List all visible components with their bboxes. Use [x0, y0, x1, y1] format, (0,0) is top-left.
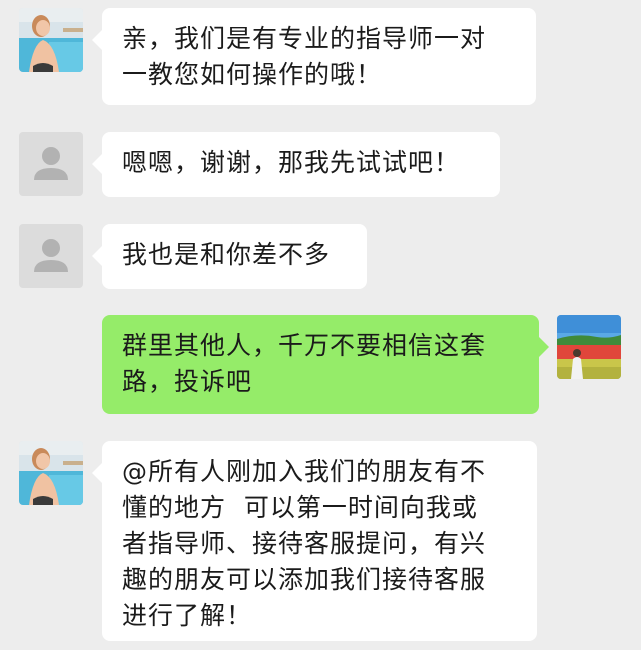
message-bubble-incoming[interactable]: 嗯嗯，谢谢，那我先试试吧！ [92, 132, 500, 197]
default-user-avatar-icon [19, 224, 83, 288]
photo-avatar-woman-pool-icon [19, 441, 83, 505]
sender-avatar[interactable] [19, 224, 83, 288]
sender-avatar[interactable] [19, 441, 83, 505]
message-bubble-outgoing[interactable]: 群里其他人，千万不要相信这套 路，投诉吧 [102, 315, 549, 414]
default-user-avatar-icon [19, 132, 83, 196]
message-bubble-incoming[interactable]: 亲，我们是有专业的指导师一对 一教您如何操作的哦！ [92, 8, 536, 105]
photo-avatar-woman-pool-icon [19, 8, 83, 72]
sender-avatar[interactable] [19, 132, 83, 196]
message-bubble-incoming[interactable]: 我也是和你差不多 [92, 224, 367, 289]
self-avatar[interactable] [557, 315, 621, 379]
sender-avatar[interactable] [19, 8, 83, 72]
chat-message-list[interactable]: 亲，我们是有专业的指导师一对 一教您如何操作的哦！ 嗯嗯，谢谢，那我先试试吧！ … [0, 0, 641, 650]
photo-avatar-flower-field-icon [557, 315, 621, 379]
message-bubble-incoming[interactable]: @所有人刚加入我们的朋友有不 懂的地方 可以第一时间向我或 者指导师、接待客服提… [92, 441, 537, 641]
